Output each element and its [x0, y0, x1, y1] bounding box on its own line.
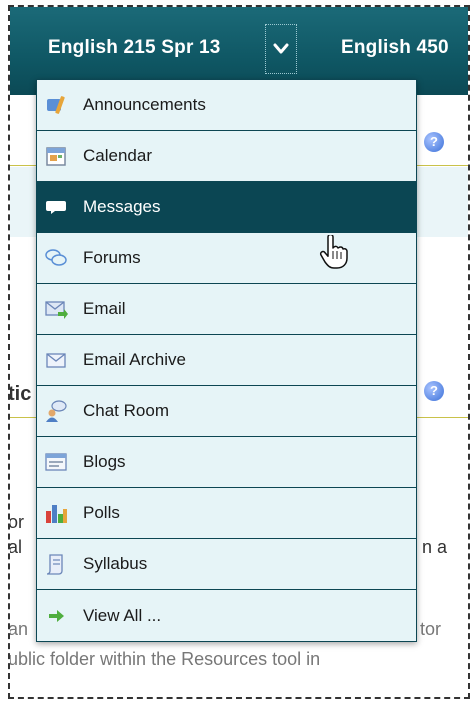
polls-icon	[43, 500, 69, 526]
help-icon-2[interactable]: ?	[424, 381, 444, 401]
chevron-down-icon	[273, 43, 289, 54]
menu-item-email[interactable]: Email	[37, 284, 416, 335]
blogs-icon	[43, 449, 69, 475]
menu-item-chat-room[interactable]: Chat Room	[37, 386, 416, 437]
text-fragment: ublic folder within the Resources tool i…	[8, 649, 321, 669]
menu-item-label: View All ...	[83, 605, 162, 625]
site-tools-dropdown: Announcements Calendar Messages Forums E…	[36, 79, 417, 642]
email-icon	[43, 296, 69, 322]
site-tab-english-450[interactable]: English 450	[341, 37, 449, 59]
menu-item-label: Polls	[83, 503, 120, 522]
announcements-icon	[43, 92, 69, 118]
menu-item-forums[interactable]: Forums	[37, 233, 416, 284]
hand-cursor-icon	[319, 233, 349, 274]
menu-item-messages[interactable]: Messages	[37, 182, 416, 233]
messages-icon	[43, 194, 69, 220]
menu-item-blogs[interactable]: Blogs	[37, 437, 416, 488]
site-menu-toggle[interactable]	[265, 24, 297, 74]
menu-item-polls[interactable]: Polls	[37, 488, 416, 539]
menu-item-syllabus[interactable]: Syllabus	[37, 539, 416, 590]
section-heading-fragment: tic	[8, 383, 32, 405]
chat-room-icon	[43, 398, 69, 424]
menu-item-label: Announcements	[83, 95, 206, 114]
menu-item-calendar[interactable]: Calendar	[37, 131, 416, 182]
menu-item-email-archive[interactable]: Email Archive	[37, 335, 416, 386]
menu-item-label: Email Archive	[83, 350, 186, 369]
syllabus-icon	[43, 551, 69, 577]
site-tab-english-215[interactable]: English 215 Spr 13	[48, 37, 221, 59]
arrow-right-icon	[43, 603, 69, 629]
forums-icon	[43, 245, 69, 271]
menu-item-label: Email	[83, 299, 126, 318]
menu-item-label: Chat Room	[83, 401, 169, 420]
calendar-icon	[43, 143, 69, 169]
menu-item-announcements[interactable]: Announcements	[37, 80, 416, 131]
help-icon[interactable]: ?	[424, 132, 444, 152]
menu-item-label: Calendar	[83, 146, 152, 165]
menu-item-view-all[interactable]: View All ...	[37, 590, 416, 641]
text-fragment: al	[8, 537, 23, 557]
email-archive-icon	[43, 347, 69, 373]
menu-item-label: Forums	[83, 248, 141, 267]
menu-item-label: Syllabus	[83, 554, 148, 573]
text-fragment: an	[8, 619, 29, 639]
text-fragment: tor	[420, 619, 442, 639]
screenshot-frame: ? ? tic or al n a an tor ublic folder wi…	[8, 5, 470, 699]
text-fragment: or	[8, 512, 25, 532]
menu-item-label: Messages	[83, 197, 161, 216]
menu-item-label: Blogs	[83, 452, 126, 471]
text-fragment: n a	[422, 537, 448, 557]
